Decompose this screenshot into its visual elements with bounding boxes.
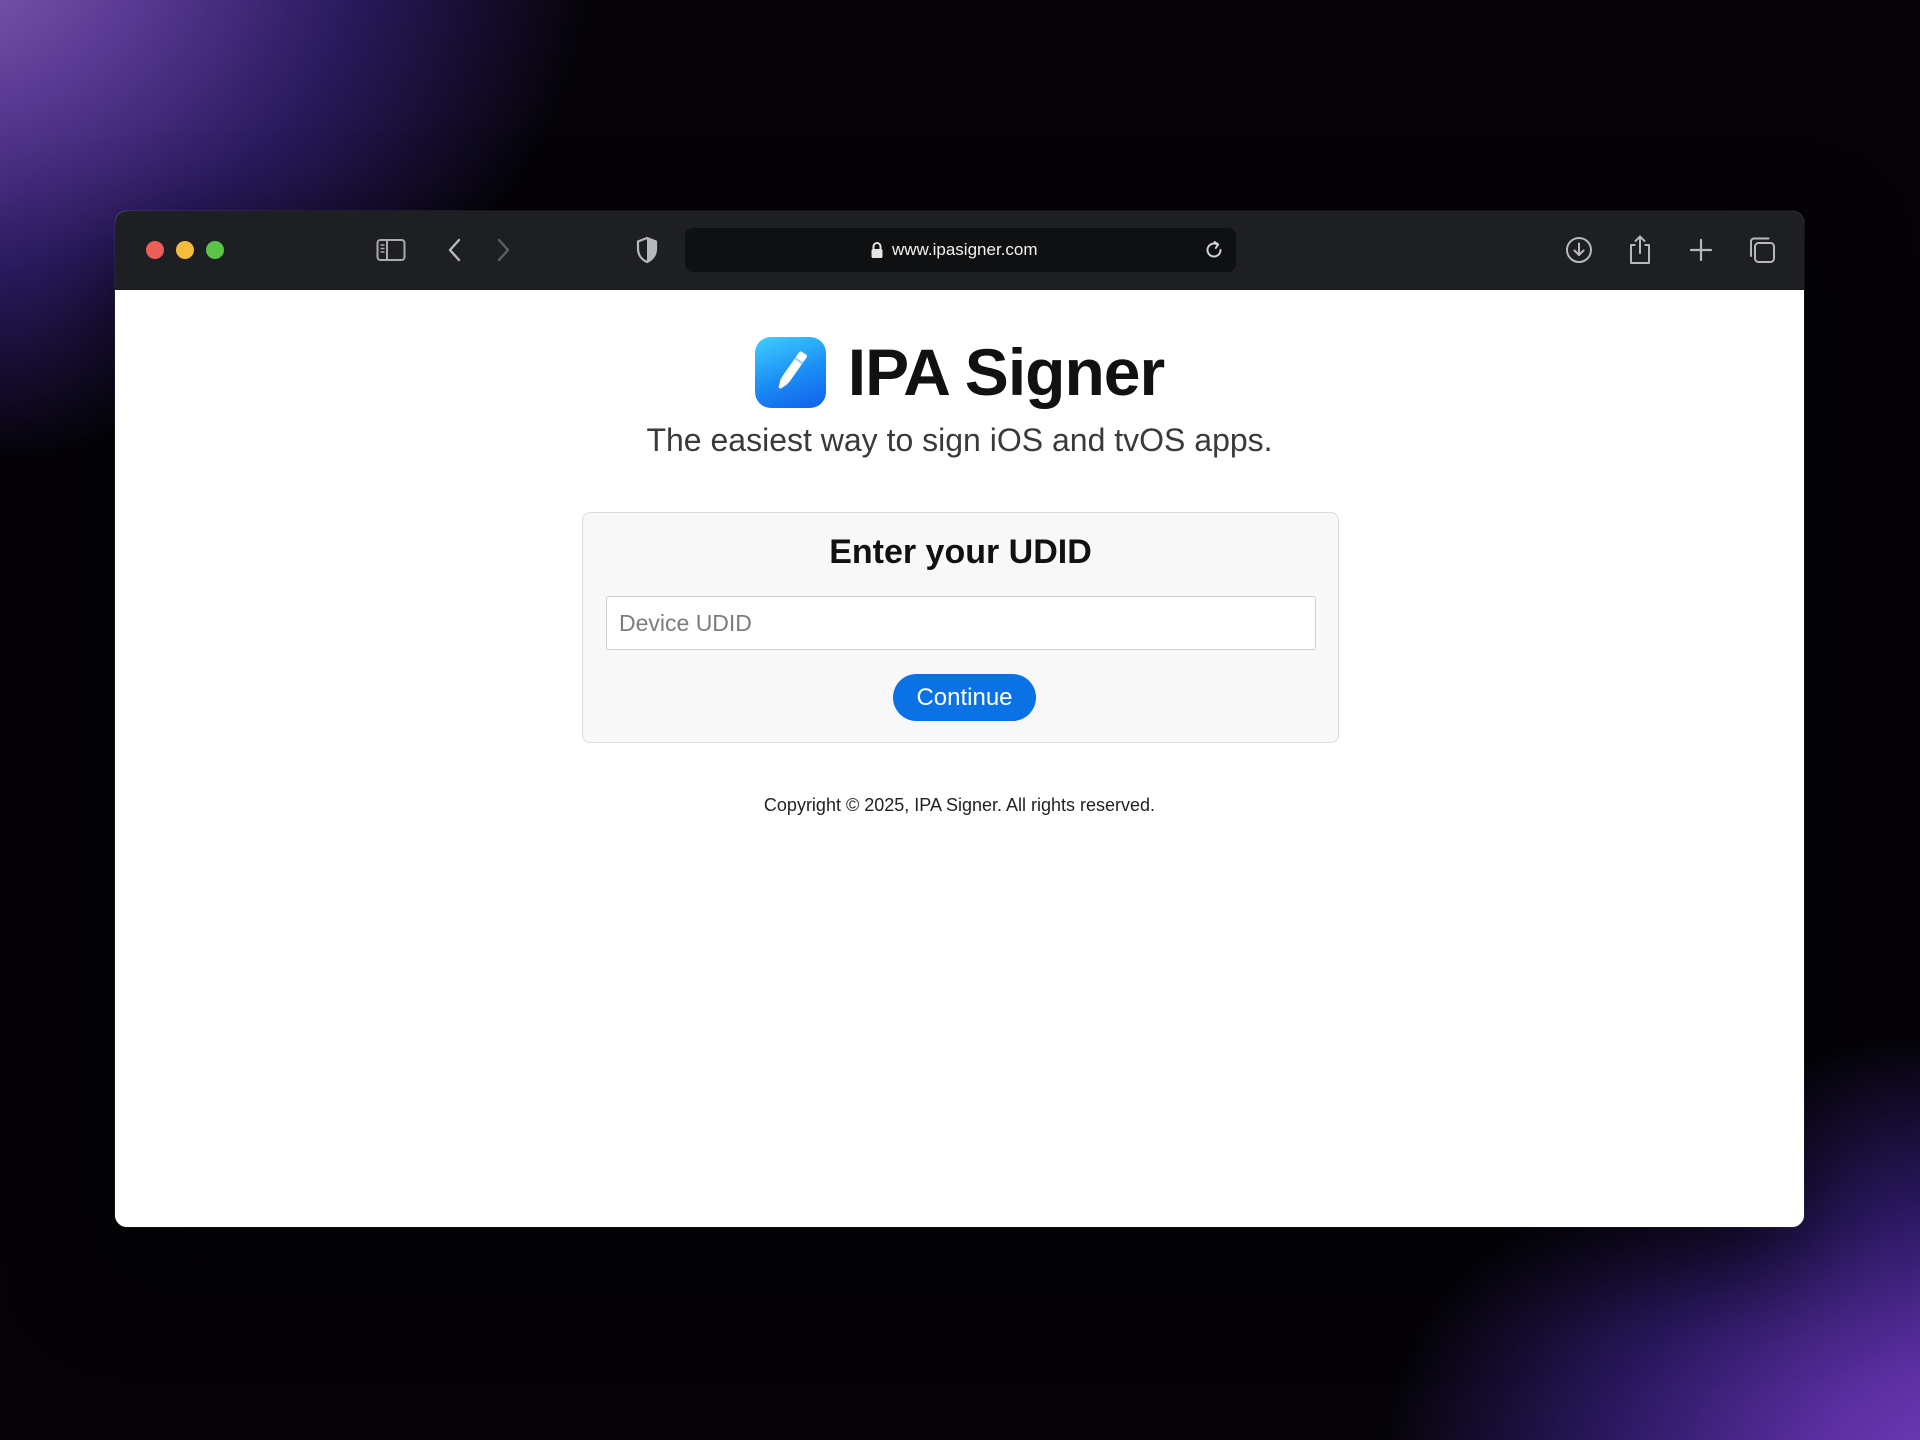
download-icon[interactable] [1561, 232, 1597, 268]
address-bar[interactable]: www.ipasigner.com [685, 228, 1236, 272]
browser-toolbar: www.ipasigner.com [115, 211, 1804, 291]
browser-window: www.ipasigner.com IPA Signer The easiest… [115, 211, 1804, 1227]
udid-form-card: Enter your UDID Continue [582, 512, 1339, 743]
minimize-window-button[interactable] [176, 241, 194, 259]
reload-icon[interactable] [1200, 236, 1228, 264]
share-icon[interactable] [1622, 232, 1658, 268]
forward-icon[interactable] [485, 232, 521, 268]
copyright-text: Copyright © 2025, IPA Signer. All rights… [763, 795, 1156, 815]
form-title: Enter your UDID [829, 533, 1092, 571]
tab-overview-icon[interactable] [1744, 232, 1780, 268]
privacy-shield-icon[interactable] [629, 232, 665, 268]
page-content: IPA Signer The easiest way to sign iOS a… [115, 290, 1804, 1227]
back-icon[interactable] [437, 232, 473, 268]
site-title: IPA Signer [847, 335, 1165, 409]
zoom-window-button[interactable] [206, 241, 224, 259]
brand-header: IPA Signer [115, 335, 1804, 409]
url-text: www.ipasigner.com [892, 240, 1038, 259]
sidebar-icon[interactable] [373, 232, 409, 268]
udid-input[interactable] [606, 596, 1316, 650]
pen-app-icon [754, 336, 826, 408]
close-window-button[interactable] [146, 241, 164, 259]
tagline: The easiest way to sign iOS and tvOS app… [646, 422, 1273, 458]
continue-button[interactable]: Continue [893, 674, 1036, 721]
new-tab-icon[interactable] [1683, 232, 1719, 268]
lock-icon [871, 242, 883, 258]
